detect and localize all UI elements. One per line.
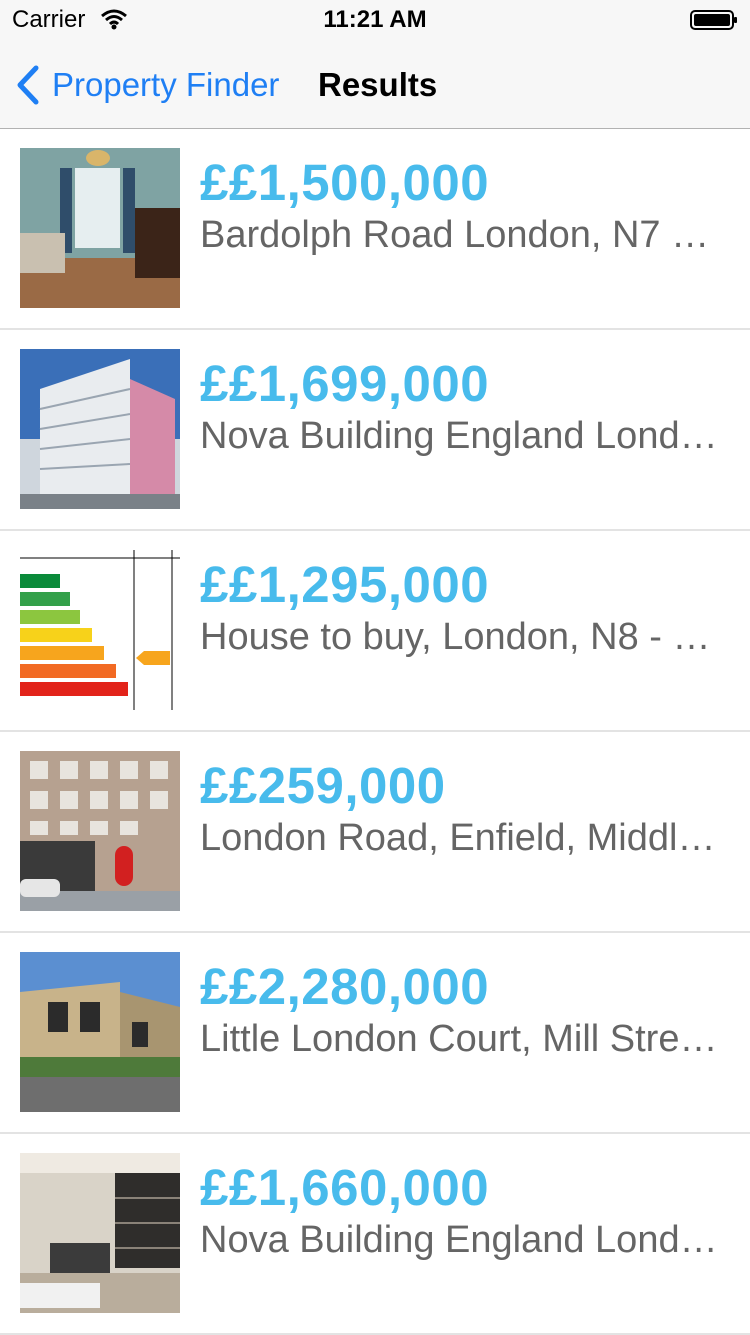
listing-price: ££1,295,000 bbox=[200, 556, 490, 613]
listing-title: London Road, Enfield, Middlesex bbox=[200, 817, 720, 859]
clock: 11:21 AM bbox=[323, 6, 427, 33]
building-rendering bbox=[20, 349, 180, 509]
listing-title: Nova Building England London, E14 bbox=[200, 415, 720, 457]
chevron-left-icon bbox=[17, 65, 39, 105]
list-item[interactable]: ££259,000 London Road, Enfield, Middlese… bbox=[0, 732, 750, 933]
battery-icon bbox=[690, 10, 737, 30]
back-button-label: Property Finder bbox=[52, 66, 280, 103]
back-button[interactable]: Property Finder bbox=[14, 64, 279, 106]
listing-price: ££1,699,000 bbox=[200, 355, 490, 412]
page-title: Results bbox=[318, 66, 438, 103]
listing-price: ££1,500,000 bbox=[200, 154, 490, 211]
property-thumbnail bbox=[20, 1153, 180, 1313]
property-thumbnail bbox=[20, 751, 180, 911]
living-room-photo bbox=[20, 148, 180, 308]
brick-warehouse-photo bbox=[20, 952, 180, 1112]
property-thumbnail bbox=[20, 550, 180, 710]
list-item[interactable]: ££1,295,000 House to buy, London, N8 - V… bbox=[0, 531, 750, 732]
list-item[interactable]: ££1,500,000 Bardolph Road London, N7 0SE bbox=[0, 129, 750, 330]
listing-title: Bardolph Road London, N7 0SE bbox=[200, 214, 720, 256]
listing-price: ££2,280,000 bbox=[200, 958, 490, 1015]
listing-price: ££259,000 bbox=[200, 757, 446, 814]
status-bar: Carrier 11:21 AM bbox=[0, 0, 750, 40]
property-thumbnail bbox=[20, 148, 180, 308]
street-facade-photo bbox=[20, 751, 180, 911]
property-thumbnail bbox=[20, 952, 180, 1112]
property-thumbnail bbox=[20, 349, 180, 509]
listing-price: ££1,660,000 bbox=[200, 1159, 490, 1216]
listing-title: Nova Building England London, E14 bbox=[200, 1219, 720, 1261]
list-item[interactable]: ££1,699,000 Nova Building England London… bbox=[0, 330, 750, 531]
navigation-bar: Property Finder Results bbox=[0, 40, 750, 129]
list-item[interactable]: ££1,660,000 Nova Building England London… bbox=[0, 1134, 750, 1335]
energy-rating-chart bbox=[20, 550, 180, 710]
results-list: ££1,500,000 Bardolph Road London, N7 0SE… bbox=[0, 129, 750, 1335]
list-item[interactable]: ££2,280,000 Little London Court, Mill St… bbox=[0, 933, 750, 1134]
listing-title: Little London Court, Mill Street, SE1 bbox=[200, 1018, 720, 1060]
interior-kitchen-photo bbox=[20, 1153, 180, 1313]
listing-title: House to buy, London, N8 - Victorian bbox=[200, 616, 720, 658]
